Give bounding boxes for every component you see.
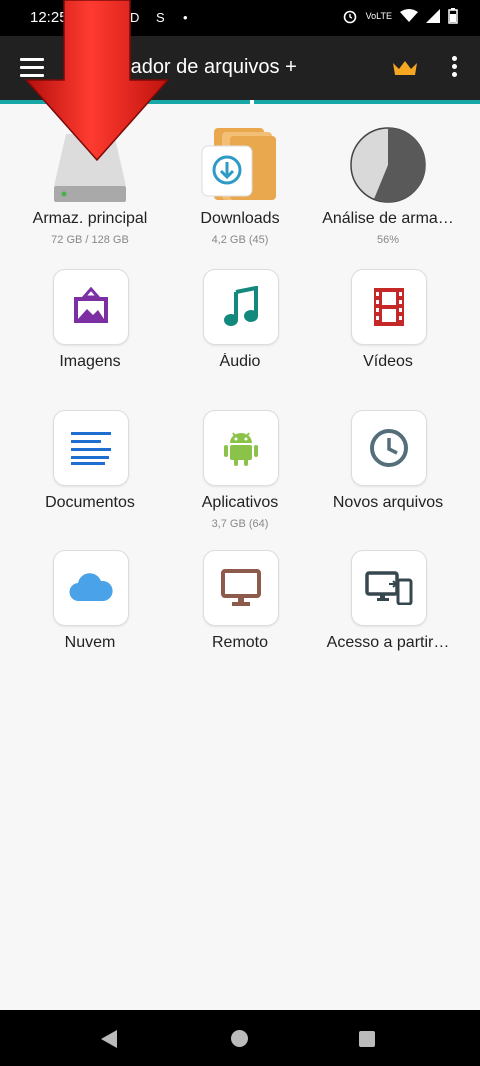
image-icon [74, 287, 108, 323]
category-label: Downloads [200, 210, 280, 227]
category-label: Novos arquivos [332, 494, 444, 511]
music-note-icon [224, 286, 258, 326]
category-tile [351, 410, 427, 486]
more-options-icon[interactable] [446, 56, 462, 80]
film-icon [374, 288, 404, 326]
devices-icon [365, 571, 413, 605]
volte-icon: VoLTE [365, 10, 392, 21]
category-label: Documentos [45, 494, 135, 511]
crown-icon[interactable] [392, 60, 418, 76]
category-tile [203, 269, 279, 345]
notification-dot-icon: • [183, 10, 188, 25]
home-icon[interactable] [231, 1030, 248, 1047]
category-tile [203, 550, 279, 626]
category-sub: 4,2 GB (45) [211, 234, 269, 246]
status-icons: VoLTE [342, 8, 458, 24]
alarm-icon [343, 10, 356, 24]
category-tile [351, 550, 427, 626]
battery-icon [448, 8, 458, 24]
monitor-icon [221, 569, 261, 606]
pie-chart-icon [350, 127, 426, 203]
clock-icon [370, 429, 408, 467]
category-label: Nuvem [64, 634, 116, 651]
category-tile [53, 410, 129, 486]
category-tile [351, 269, 427, 345]
category-label: Vídeos [363, 353, 413, 370]
category-tile [53, 269, 129, 345]
category-label: Imagens [59, 353, 121, 370]
category-label: Acesso a partir… [326, 634, 450, 651]
cloud-icon [69, 573, 113, 602]
category-label: Áudio [219, 353, 261, 370]
android-icon [224, 432, 258, 466]
category-label: Remoto [211, 634, 269, 651]
document-lines-icon [71, 432, 111, 465]
system-nav-bar [0, 1010, 480, 1066]
wifi-icon [400, 9, 418, 22]
category-sub: 72 GB / 128 GB [51, 234, 129, 246]
recents-icon[interactable] [359, 1031, 375, 1047]
category-sub: 56% [376, 234, 400, 246]
back-icon[interactable] [101, 1030, 117, 1048]
red-arrow-overlay [24, 0, 170, 162]
category-tile [203, 410, 279, 486]
signal-icon [426, 9, 440, 23]
category-tile [53, 550, 129, 626]
category-label: Aplicativos [201, 494, 279, 511]
downloads-folder-icon [201, 128, 276, 200]
category-label: Análise de arma… [322, 210, 454, 227]
category-label: Armaz. principal [32, 210, 148, 227]
category-sub: 3,7 GB (64) [211, 518, 269, 530]
